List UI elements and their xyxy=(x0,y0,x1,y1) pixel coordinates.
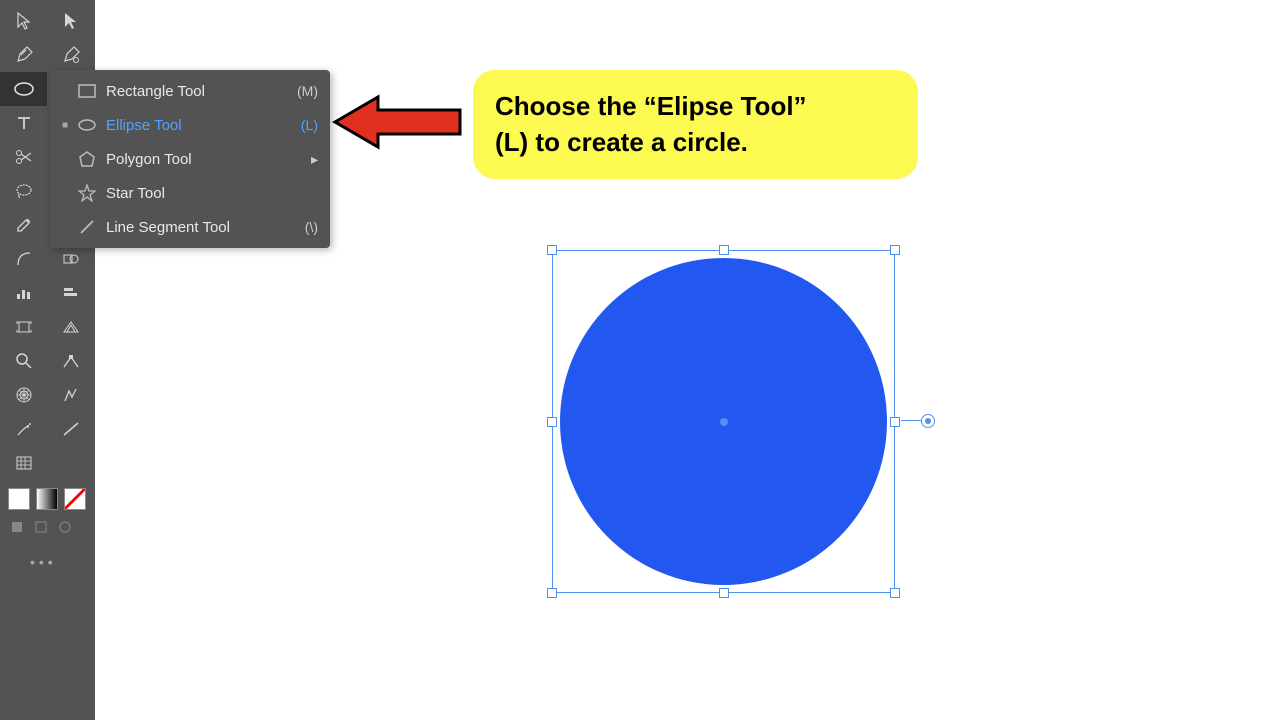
selection-handle-tr[interactable] xyxy=(890,245,900,255)
shape-tool[interactable] xyxy=(0,72,47,106)
width-tool[interactable] xyxy=(47,412,94,446)
polygon-icon xyxy=(74,151,100,167)
selection-handle-ml[interactable] xyxy=(547,417,557,427)
symbol-sprayer-tool[interactable] xyxy=(0,412,47,446)
toolbar-more[interactable]: ••• xyxy=(0,540,95,570)
flyout-selected-marker: ■ xyxy=(62,120,74,131)
live-transform-handle[interactable] xyxy=(901,414,935,428)
perspective-grid-tool[interactable] xyxy=(47,310,94,344)
flyout-star[interactable]: Star Tool xyxy=(50,176,330,210)
flyout-shortcut: (L) xyxy=(301,117,318,133)
canvas-selection[interactable] xyxy=(552,250,895,593)
rectangular-grid-tool[interactable] xyxy=(0,446,47,480)
selection-handle-br[interactable] xyxy=(890,588,900,598)
draw-normal[interactable] xyxy=(8,518,26,536)
draw-mode-row xyxy=(0,514,95,540)
grid-tool-alt[interactable] xyxy=(47,446,94,480)
column-graph-tool[interactable] xyxy=(0,276,47,310)
flyout-polygon[interactable]: Polygon Tool ▸ xyxy=(50,142,330,176)
blend-tool[interactable] xyxy=(47,378,94,412)
type-tool[interactable] xyxy=(0,106,47,140)
selection-handle-mr[interactable] xyxy=(890,417,900,427)
flyout-label: Star Tool xyxy=(100,185,318,202)
gradient-swatch[interactable] xyxy=(36,488,58,510)
submenu-arrow-icon: ▸ xyxy=(311,151,318,168)
arc-tool[interactable] xyxy=(0,242,47,276)
selection-handle-tl[interactable] xyxy=(547,245,557,255)
scissors-tool[interactable] xyxy=(0,140,47,174)
draw-behind[interactable] xyxy=(32,518,50,536)
shape-tool-flyout: Rectangle Tool (M) ■ Ellipse Tool (L) Po… xyxy=(50,70,330,248)
flyout-label: Polygon Tool xyxy=(100,151,311,168)
draw-inside[interactable] xyxy=(56,518,74,536)
callout-line1: Choose the “Elipse Tool” xyxy=(495,91,807,121)
artboard-tool[interactable] xyxy=(0,310,47,344)
flyout-ellipse[interactable]: ■ Ellipse Tool (L) xyxy=(50,108,330,142)
none-swatch[interactable] xyxy=(64,488,86,510)
lasso-tool[interactable] xyxy=(0,174,47,208)
rectangle-icon xyxy=(74,84,100,98)
selection-handle-bm[interactable] xyxy=(719,588,729,598)
flyout-label: Rectangle Tool xyxy=(100,83,297,100)
selection-tool[interactable] xyxy=(0,4,47,38)
ellipse-icon xyxy=(74,118,100,132)
selection-handle-tm[interactable] xyxy=(719,245,729,255)
flyout-label: Line Segment Tool xyxy=(100,219,305,236)
direct-selection-tool[interactable] xyxy=(47,4,94,38)
flyout-shortcut: (M) xyxy=(297,83,318,99)
fill-stroke-swatches xyxy=(0,480,95,514)
selection-center-point[interactable] xyxy=(720,418,728,426)
polar-grid-tool[interactable] xyxy=(0,378,47,412)
eyedropper-tool[interactable] xyxy=(0,208,47,242)
instruction-callout: Choose the “Elipse Tool” (L) to create a… xyxy=(473,70,918,179)
flyout-line[interactable]: Line Segment Tool (\) xyxy=(50,210,330,244)
bar-graph-tool[interactable] xyxy=(47,276,94,310)
zoom-tool[interactable] xyxy=(0,344,47,378)
flyout-rectangle[interactable]: Rectangle Tool (M) xyxy=(50,74,330,108)
flyout-shortcut: (\) xyxy=(305,219,318,235)
flyout-label: Ellipse Tool xyxy=(100,117,301,134)
pen-tool[interactable] xyxy=(0,38,47,72)
star-icon xyxy=(74,184,100,202)
anchor-point-tool[interactable] xyxy=(47,344,94,378)
callout-line2: (L) to create a circle. xyxy=(495,127,748,157)
annotation-arrow xyxy=(330,92,465,157)
curvature-tool[interactable] xyxy=(47,38,94,72)
fill-swatch[interactable] xyxy=(8,488,30,510)
line-icon xyxy=(74,218,100,236)
selection-handle-bl[interactable] xyxy=(547,588,557,598)
